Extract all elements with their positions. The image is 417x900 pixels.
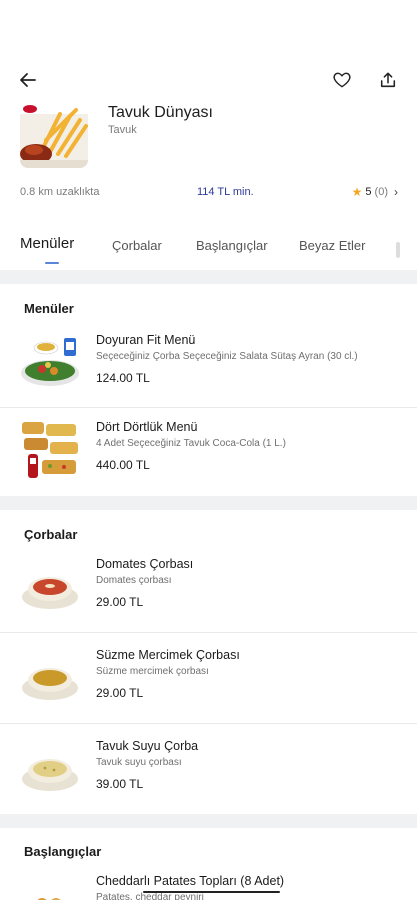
section-divider [0,496,417,510]
item-description: Süzme mercimek çorbası [96,666,209,677]
item-separator [0,723,417,724]
category-tabs: Menüler Çorbalar Başlangıçlar Beyaz Etle… [0,226,417,270]
section-title-corbalar: Çorbalar [24,527,78,542]
rating-value: 5 [365,186,372,198]
restaurant-header: Tavuk Dünyası Tavuk [20,100,400,170]
tab-menuler[interactable]: Menüler [20,235,74,252]
item-name: Dört Dörtlük Menü [96,420,198,434]
item-name: Doyuran Fit Menü [96,333,196,347]
item-description: Domates çorbası [96,575,172,586]
item-name: Tavuk Suyu Çorba [96,739,199,753]
item-description: Patates, cheddar peyniri [96,892,204,900]
item-price: 39.00 TL [96,777,144,791]
tab-beyaz-etler[interactable]: Beyaz Etler [299,238,365,253]
star-icon: ★ [351,185,363,199]
tab-overflow-hint [396,242,400,258]
item-description: 4 Adet Seçeceğiniz Tavuk Coca-Cola (1 L.… [96,438,286,449]
item-name: Cheddarlı Patates Topları (8 Adet) [96,874,285,888]
item-image [20,557,80,617]
active-tab-indicator [45,262,59,264]
item-price: 29.00 TL [96,595,144,609]
rating-link[interactable]: ★ 5 (0) › [352,185,398,199]
chevron-right-icon: › [394,185,398,199]
item-description: Seçeceğiniz Çorba Seçeceğiniz Salata Süt… [96,351,358,362]
item-name: Süzme Mercimek Çorbası [96,648,240,662]
section-divider [0,270,417,284]
restaurant-category: Tavuk [108,124,137,136]
restaurant-info-row: 0.8 km uzaklıkta 114 TL min. ★ 5 (0) › [20,184,398,202]
item-image [20,648,80,708]
heart-icon [333,72,351,88]
tab-corbalar[interactable]: Çorbalar [112,238,162,253]
section-title-menuler: Menüler [24,301,74,316]
item-image [20,739,80,799]
item-image [20,884,80,900]
restaurant-name: Tavuk Dünyası [108,104,213,121]
top-bar [0,60,417,100]
share-icon [380,72,396,88]
min-order-text: 114 TL min. [197,186,254,198]
item-image [20,420,80,480]
item-name: Domates Çorbası [96,557,194,571]
item-price: 29.00 TL [96,686,144,700]
rating-count: (0) [374,186,388,198]
arrow-left-icon [20,73,36,87]
scroll-indicator [143,891,280,893]
section-divider [0,814,417,828]
item-separator [0,632,417,633]
item-separator [0,407,417,408]
menu-item[interactable]: Süzme Mercimek Çorbası Süzme mercimek ço… [0,648,417,738]
restaurant-logo [20,100,88,168]
menu-item[interactable]: Doyuran Fit Menü Seçeceğiniz Çorba Seçec… [0,333,417,423]
item-description: Tavuk suyu çorbası [96,757,182,768]
section-title-baslangiclar: Başlangıçlar [24,844,102,859]
share-button[interactable] [374,66,402,94]
item-image [20,333,80,393]
menu-item[interactable]: Cheddarlı Patates Topları (8 Adet) Patat… [0,874,417,900]
favorite-button[interactable] [328,66,356,94]
tab-baslangiclar[interactable]: Başlangıçlar [196,238,268,253]
back-button[interactable] [14,66,42,94]
item-price: 124.00 TL [96,371,150,385]
item-price: 440.00 TL [96,458,150,472]
distance-text: 0.8 km uzaklıkta [20,186,100,198]
menu-item[interactable]: Domates Çorbası Domates çorbası 29.00 TL [0,557,417,647]
